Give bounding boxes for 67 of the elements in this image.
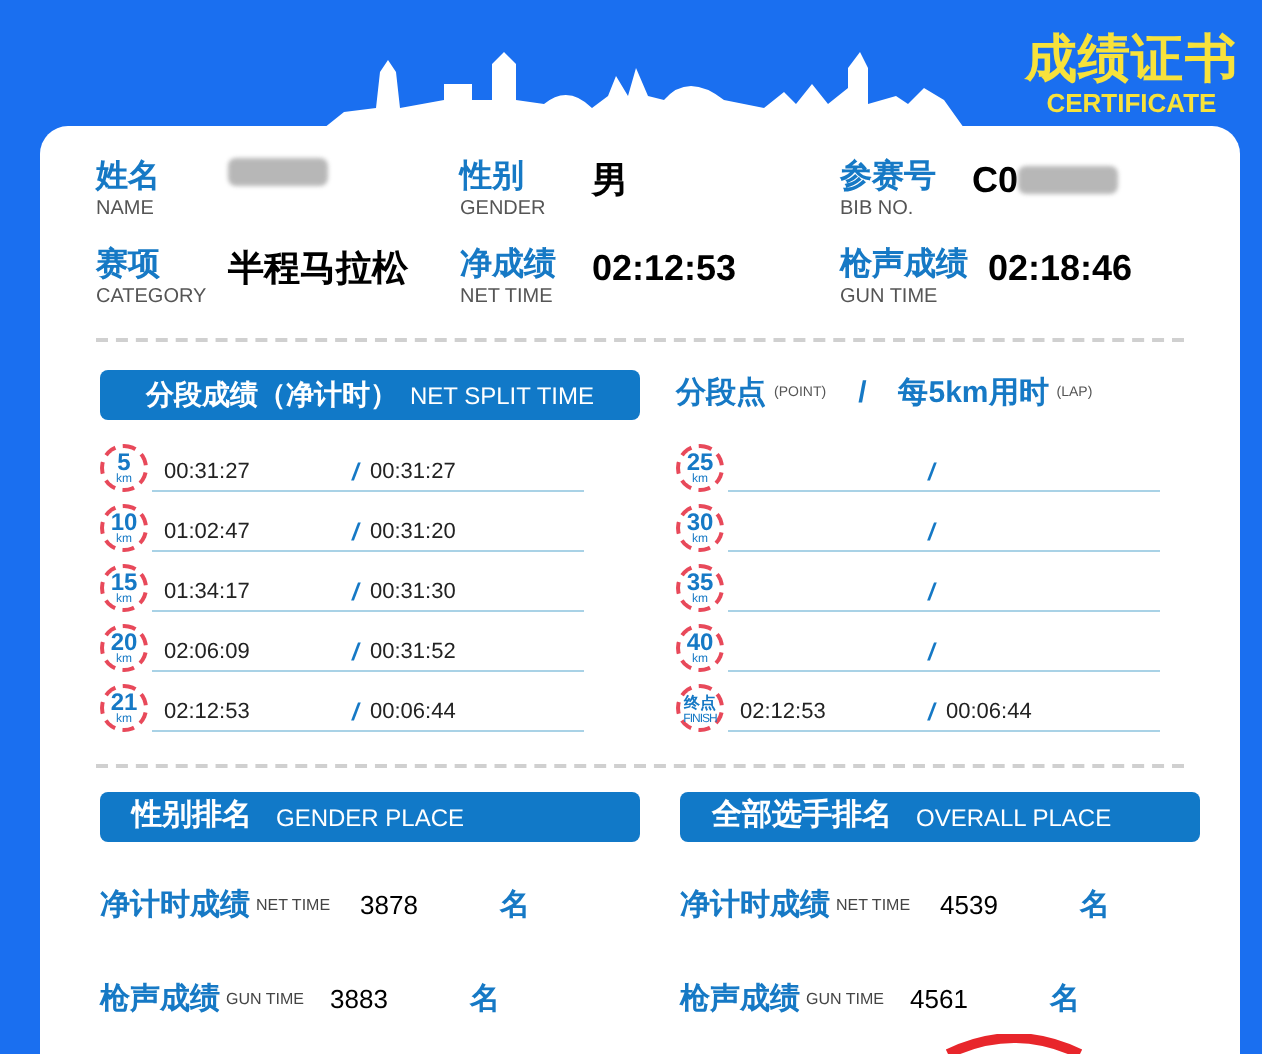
slash-separator: / (352, 518, 363, 546)
slash-separator: / (928, 578, 939, 606)
lap-time: 00:31:52 (370, 638, 456, 666)
field-label: CATEGORY (96, 286, 208, 310)
field-value: 半程马拉松 (228, 246, 408, 290)
rank-unit: 名 (470, 979, 500, 1020)
slash-separator: / (928, 698, 939, 726)
slash-separator: / (352, 638, 363, 666)
section-title: 全部选手排名 (712, 796, 892, 837)
stamp-icon (940, 1034, 1088, 1054)
split-time: 00:31:27 (162, 458, 252, 486)
field-label: 姓名 (96, 158, 162, 198)
rank-label: 净计时成绩 (100, 885, 250, 926)
section-title: GENDER PLACE (276, 801, 465, 835)
field-label: 净成绩 (460, 246, 558, 286)
lap-time: 00:31:30 (370, 578, 456, 606)
field-label: GUN TIME (840, 286, 940, 310)
field-value: C0 (972, 158, 1019, 202)
field-label: NAME (96, 198, 156, 222)
rank-label: GUN TIME (226, 988, 306, 1012)
lap-time: 00:31:27 (370, 458, 456, 486)
slash-separator: / (928, 638, 939, 666)
rank-unit: 名 (1050, 979, 1080, 1020)
slash-separator: / (352, 578, 363, 606)
field-label: GENDER (460, 198, 548, 222)
rank-value: 3883 (330, 982, 390, 1019)
split-time: 02:12:53 (738, 698, 828, 726)
section-title: 分段成绩（净计时） (145, 376, 398, 414)
field-value: 02:18:46 (988, 246, 1133, 290)
rank-label: 枪声成绩 (680, 979, 800, 1020)
slash-separator: / (856, 374, 869, 415)
section-title: OVERALL PLACE (916, 801, 1112, 835)
rank-value: 4539 (940, 888, 1000, 925)
field-value: 男 (592, 158, 628, 202)
split-time: 02:12:53 (162, 698, 252, 726)
split-time: 01:02:47 (162, 518, 252, 546)
lap-time: 00:06:44 (370, 698, 456, 726)
rank-label: NET TIME (836, 894, 913, 918)
column-title: 分段点 (676, 374, 766, 415)
rank-label: 枪声成绩 (100, 979, 220, 1020)
certificate-title: 成绩证书 (1024, 28, 1238, 88)
section-title: NET SPLIT TIME (409, 379, 595, 413)
field-label: 参赛号 (840, 158, 938, 198)
slash-separator: / (352, 698, 363, 726)
rank-unit: 名 (1080, 885, 1110, 926)
lap-time: 00:31:20 (370, 518, 456, 546)
rank-value: 3878 (360, 888, 420, 925)
rank-unit: 名 (500, 885, 530, 926)
section-title: 性别排名 (132, 796, 252, 837)
field-label: 枪声成绩 (840, 246, 968, 286)
field-label: NET TIME (460, 286, 555, 310)
field-label: 性别 (460, 158, 526, 198)
field-value: 02:12:53 (592, 246, 737, 290)
rank-label: 净计时成绩 (680, 885, 830, 926)
lap-time: 00:06:44 (946, 698, 1032, 726)
rank-label: NET TIME (256, 894, 333, 918)
slash-separator: / (928, 458, 939, 486)
field-label: 赛项 (96, 246, 162, 286)
rank-value: 4561 (910, 982, 970, 1019)
split-time: 02:06:09 (162, 638, 252, 666)
field-label: BIB NO. (840, 198, 916, 222)
slash-separator: / (352, 458, 363, 486)
certificate-subtitle: CERTIFICATE (1046, 88, 1217, 118)
rank-label: GUN TIME (806, 988, 886, 1012)
column-title: 每5km用时 (898, 374, 1049, 415)
slash-separator: / (928, 518, 939, 546)
split-time: 01:34:17 (162, 578, 252, 606)
